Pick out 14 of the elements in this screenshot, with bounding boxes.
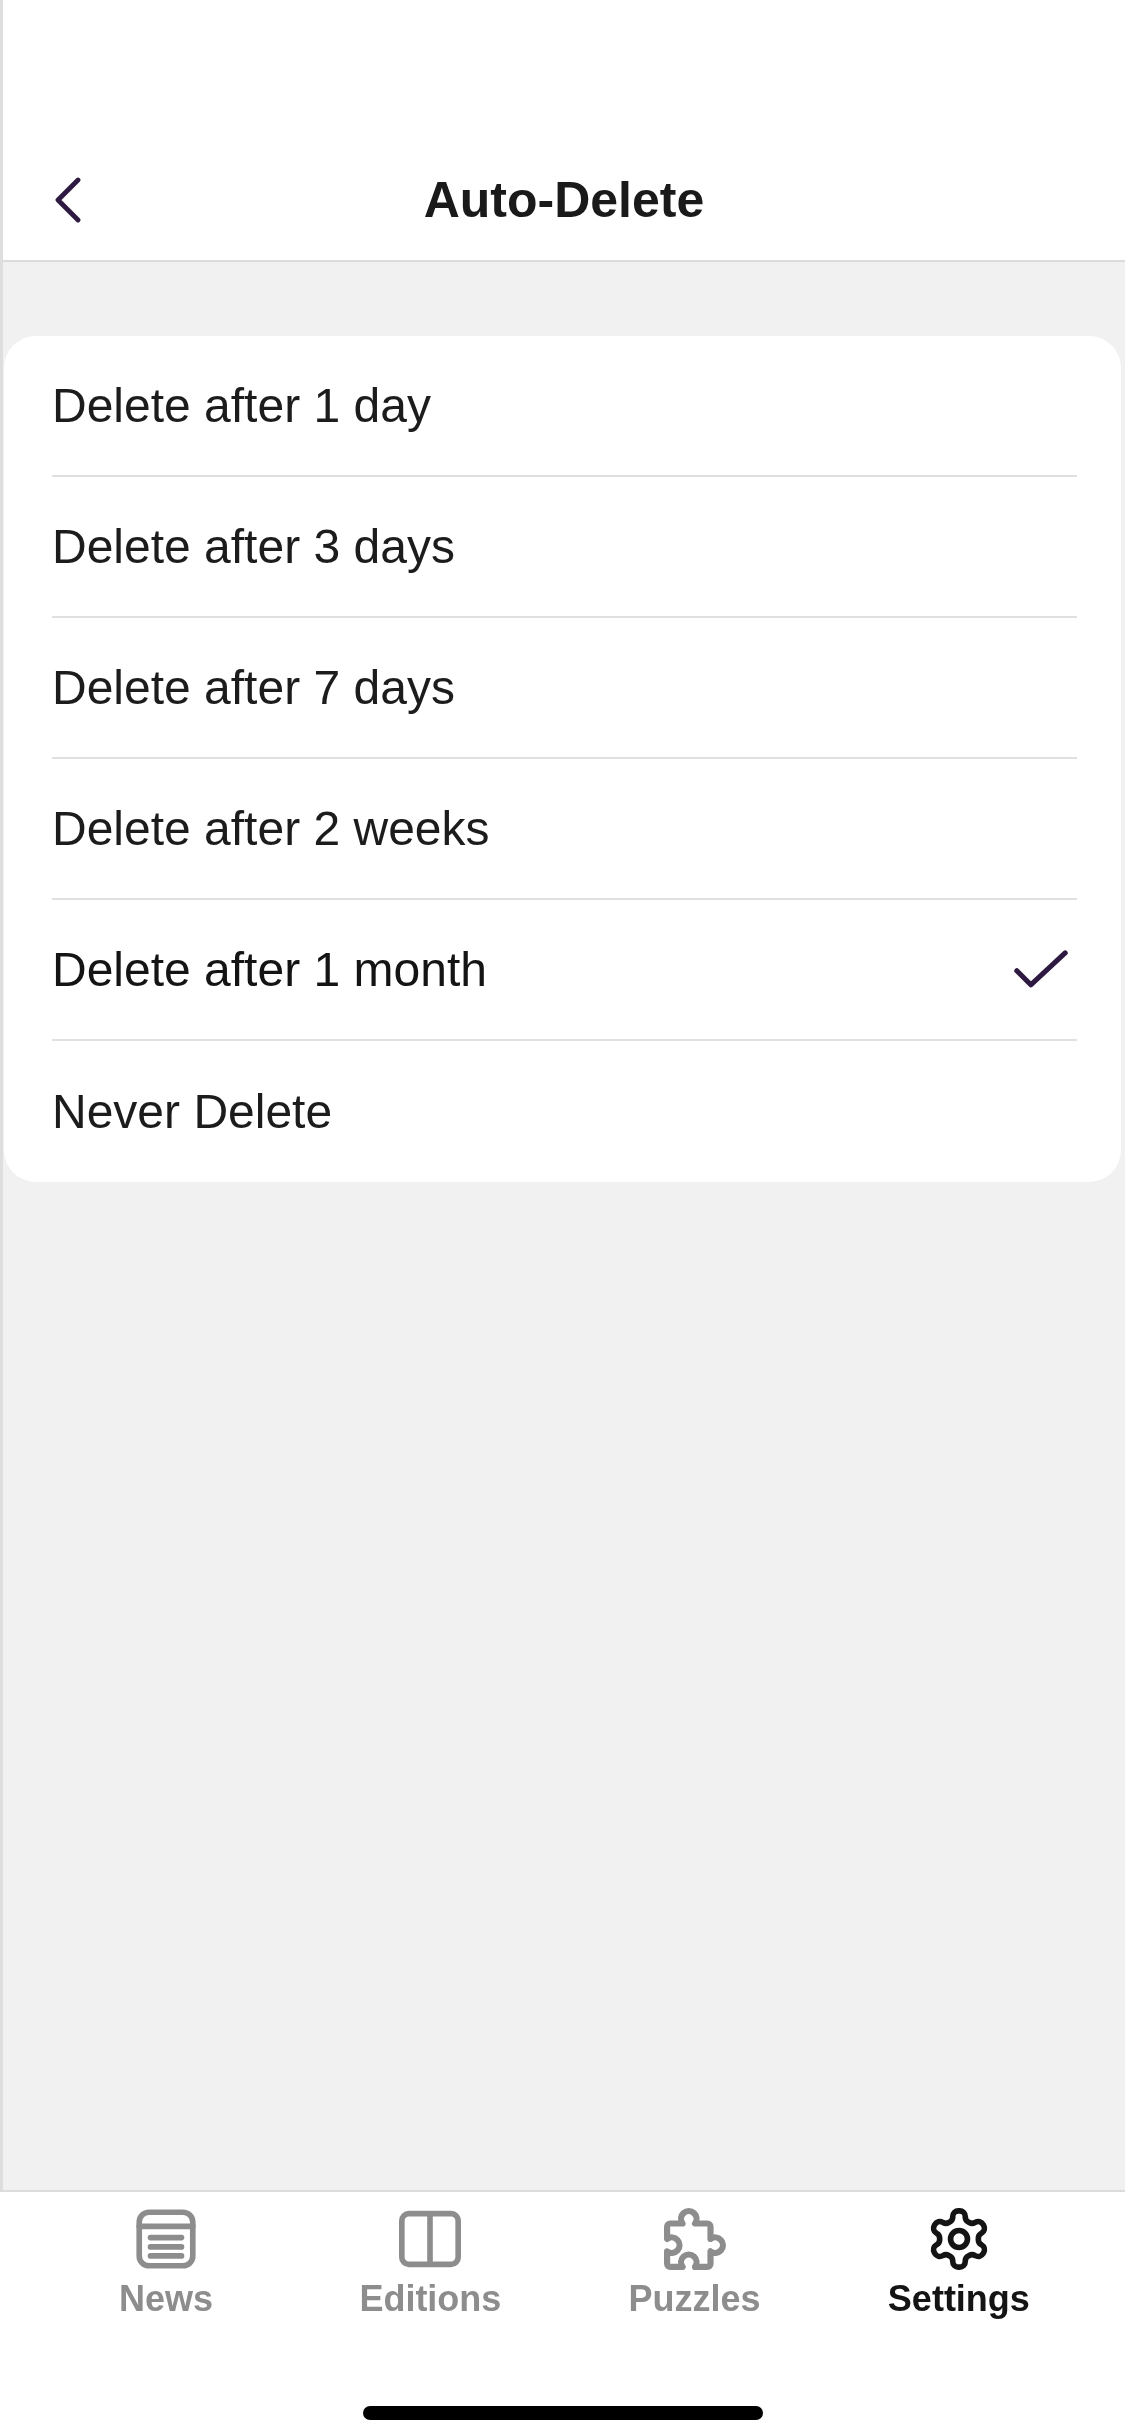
option-row[interactable]: Delete after 7 days xyxy=(52,618,1077,759)
puzzle-piece-icon xyxy=(663,2208,726,2270)
option-row[interactable]: Delete after 3 days xyxy=(52,477,1077,618)
option-row[interactable]: Delete after 1 month xyxy=(52,900,1077,1041)
page-title: Auto-Delete xyxy=(423,171,705,229)
chevron-left-icon xyxy=(55,177,81,223)
tab-button[interactable]: Settings xyxy=(826,2208,1091,2320)
option-row[interactable]: Never Delete xyxy=(52,1041,1077,1182)
newspaper-icon xyxy=(135,2208,198,2270)
back-button[interactable] xyxy=(55,177,81,223)
open-book-icon xyxy=(399,2208,462,2270)
checkmark-icon xyxy=(1013,949,1069,990)
option-row[interactable]: Delete after 2 weeks xyxy=(52,759,1077,900)
option-row[interactable]: Delete after 1 day xyxy=(52,336,1077,477)
